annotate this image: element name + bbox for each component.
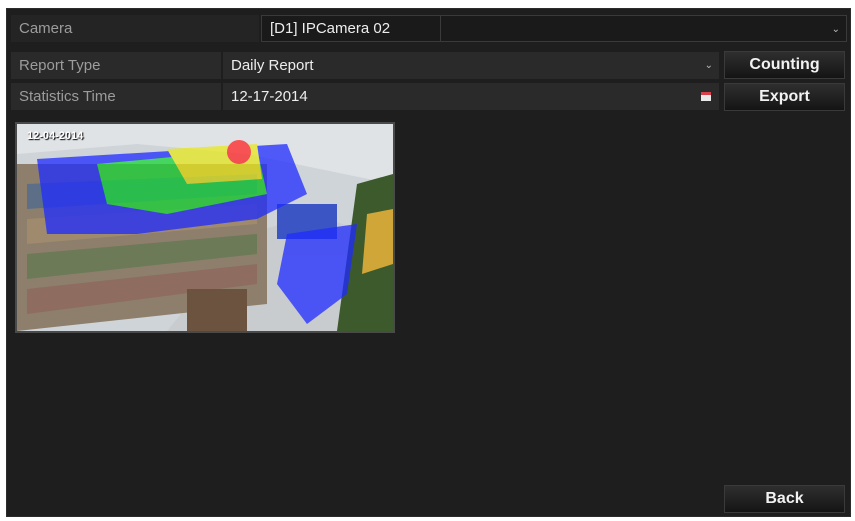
camera-value: [D1] IPCamera 02 bbox=[270, 20, 391, 37]
statistics-time-input[interactable]: 12-17-2014 bbox=[223, 83, 719, 110]
statistics-time-value: 12-17-2014 bbox=[231, 88, 308, 105]
camera-row: Camera [D1] IPCamera 02 ⌄ bbox=[11, 15, 847, 42]
statistics-time-label: Statistics Time bbox=[11, 83, 223, 110]
report-type-value: Daily Report bbox=[231, 57, 314, 74]
heat-map-image bbox=[17, 124, 393, 331]
camera-label: Camera bbox=[11, 15, 261, 42]
counting-button[interactable]: Counting bbox=[724, 51, 845, 79]
statistics-time-row: Statistics Time 12-17-2014 bbox=[11, 83, 719, 110]
chevron-down-icon: ⌄ bbox=[704, 60, 713, 71]
report-type-row: Report Type Daily Report ⌄ bbox=[11, 52, 719, 79]
heat-map-panel: Camera [D1] IPCamera 02 ⌄ Report Type Da… bbox=[6, 8, 851, 517]
camera-select[interactable]: [D1] IPCamera 02 bbox=[261, 15, 441, 42]
back-button[interactable]: Back bbox=[724, 485, 845, 513]
heatmap-red bbox=[227, 140, 251, 164]
report-type-select[interactable]: Daily Report ⌄ bbox=[223, 52, 719, 79]
heat-map-preview: 12-04-2014 bbox=[15, 122, 395, 333]
osd-date: 12-04-2014 bbox=[27, 130, 84, 142]
export-button[interactable]: Export bbox=[724, 83, 845, 111]
calendar-icon[interactable] bbox=[701, 92, 711, 101]
chevron-down-icon: ⌄ bbox=[831, 24, 840, 35]
report-type-label: Report Type bbox=[11, 52, 223, 79]
camera-select-extension[interactable]: ⌄ bbox=[441, 15, 847, 42]
